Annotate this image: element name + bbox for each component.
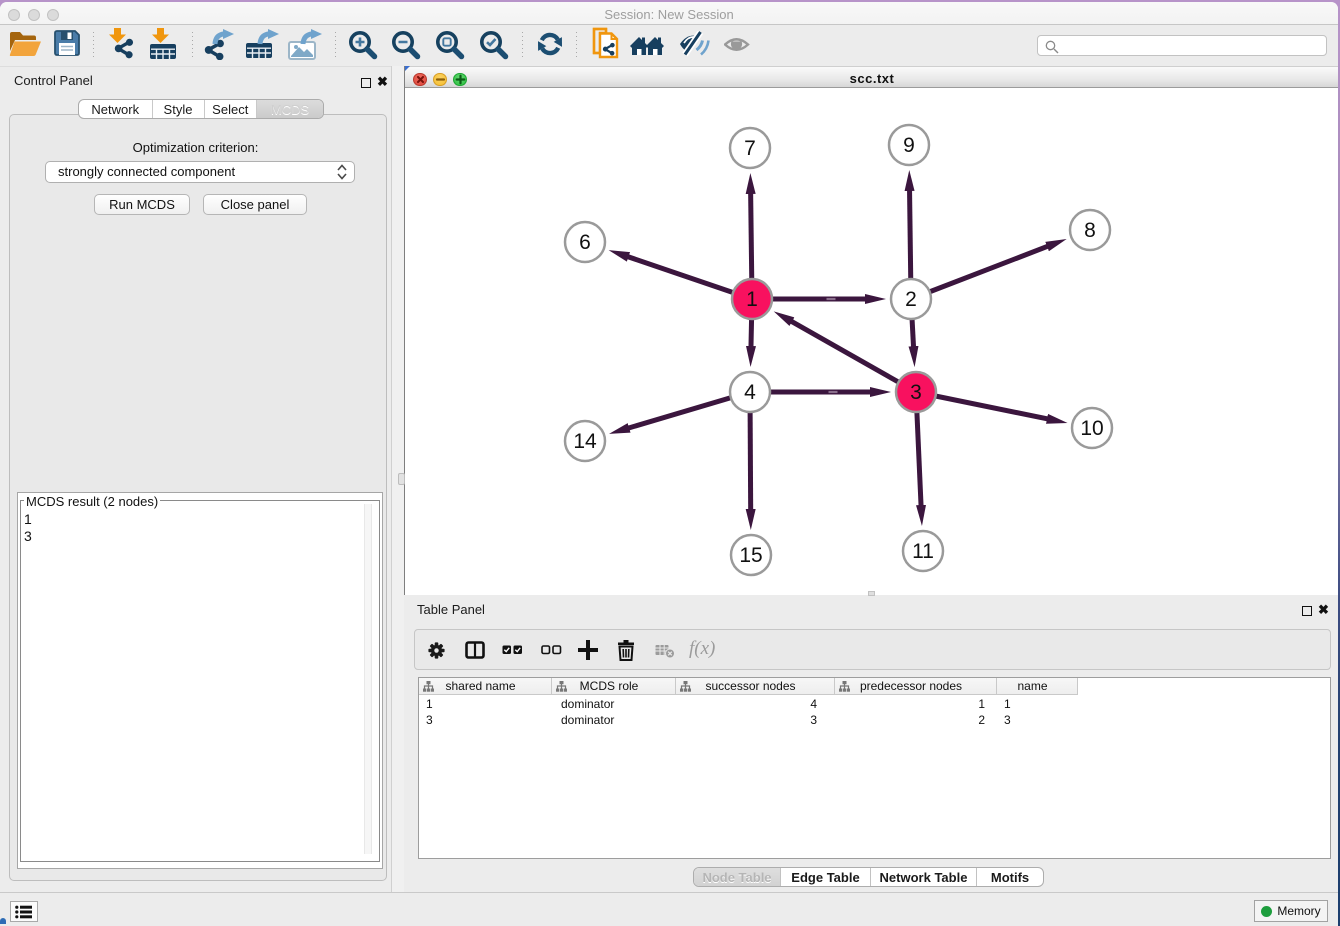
svg-text:3: 3	[910, 381, 922, 404]
svg-text:15: 15	[739, 544, 762, 567]
svg-text:11: 11	[912, 540, 934, 563]
svg-text:9: 9	[903, 134, 915, 157]
svg-text:1: 1	[746, 288, 758, 311]
svg-text:7: 7	[744, 137, 756, 160]
svg-text:2: 2	[905, 288, 917, 311]
svg-text:14: 14	[573, 430, 597, 453]
svg-text:10: 10	[1080, 417, 1103, 440]
svg-text:8: 8	[1084, 219, 1096, 242]
svg-text:6: 6	[579, 231, 591, 254]
svg-text:4: 4	[744, 381, 756, 404]
